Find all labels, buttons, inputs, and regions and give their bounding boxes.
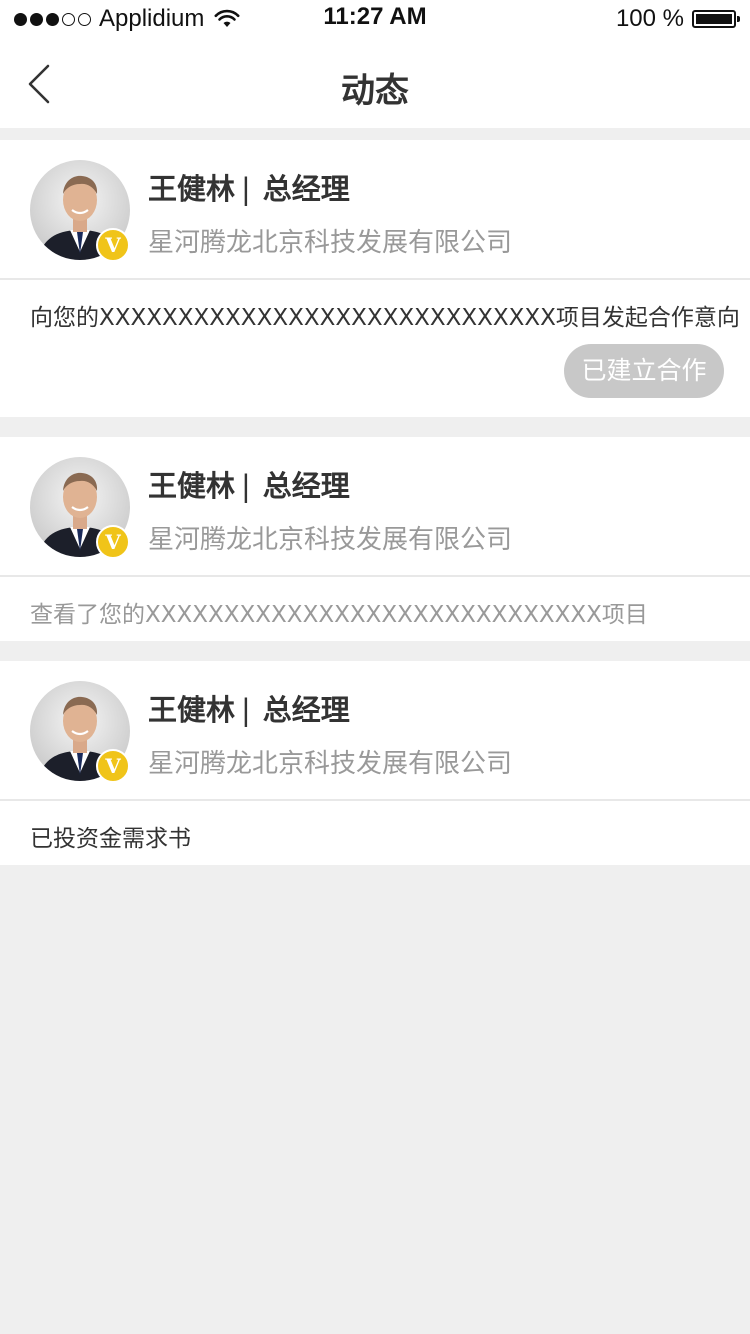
navigation-bar: 动态	[0, 40, 750, 128]
card-body: 查看了您的XXXXXXXXXXXXXXXXXXXXXXXXXXXXX项目	[0, 577, 750, 641]
page-title: 动态	[341, 71, 409, 111]
battery-percentage: 100 %	[615, 5, 684, 32]
activity-card[interactable]: V 王健林 | 总经理 星河腾龙北京科技发展有限公司 已投资金需求书	[0, 661, 750, 865]
avatar[interactable]: V	[30, 160, 130, 262]
user-title: 总经理	[262, 469, 350, 503]
name-separator: |	[241, 469, 251, 503]
user-name: 王健林	[148, 469, 236, 503]
screen: Applidium 11:27 AM 100 % 动态 V 王健林 | 总经理 …	[0, 0, 750, 1334]
status-bar: Applidium 11:27 AM 100 %	[0, 0, 750, 40]
avatar[interactable]: V	[30, 457, 130, 559]
card-header: V 王健林 | 总经理 星河腾龙北京科技发展有限公司	[0, 661, 750, 799]
activity-message: 查看了您的XXXXXXXXXXXXXXXXXXXXXXXXXXXXX项目	[30, 602, 648, 628]
name-separator: |	[241, 172, 251, 206]
activity-card[interactable]: V 王健林 | 总经理 星河腾龙北京科技发展有限公司 向您的XXXXXXXXXXXX…	[0, 140, 750, 417]
company-name: 星河腾龙北京科技发展有限公司	[148, 525, 513, 555]
user-name-title: 王健林 | 总经理	[148, 687, 350, 729]
user-title: 总经理	[262, 172, 350, 206]
battery-icon	[692, 10, 740, 28]
company-name: 星河腾龙北京科技发展有限公司	[148, 749, 513, 779]
vip-badge: V	[96, 228, 130, 262]
activity-message: 向您的XXXXXXXXXXXXXXXXXXXXXXXXXXXXX项目发起合作意向	[30, 305, 740, 331]
user-name: 王健林	[148, 693, 236, 727]
card-body: 向您的XXXXXXXXXXXXXXXXXXXXXXXXXXXXX项目发起合作意向…	[0, 280, 750, 417]
avatar[interactable]: V	[30, 681, 130, 783]
vip-badge: V	[96, 749, 130, 783]
name-separator: |	[241, 693, 251, 727]
card-header: V 王健林 | 总经理 星河腾龙北京科技发展有限公司	[0, 140, 750, 278]
activity-card[interactable]: V 王健林 | 总经理 星河腾龙北京科技发展有限公司 查看了您的XXXXXXXXXX…	[0, 437, 750, 641]
cooperation-established-button[interactable]: 已建立合作	[564, 344, 724, 398]
card-header: V 王健林 | 总经理 星河腾龙北京科技发展有限公司	[0, 437, 750, 575]
company-name: 星河腾龙北京科技发展有限公司	[148, 228, 513, 258]
user-name-title: 王健林 | 总经理	[148, 166, 350, 208]
user-name: 王健林	[148, 172, 236, 206]
activity-message: 已投资金需求书	[30, 826, 191, 852]
vip-badge: V	[96, 525, 130, 559]
card-body: 已投资金需求书	[0, 801, 750, 865]
status-right: 100 %	[615, 4, 740, 34]
user-title: 总经理	[262, 693, 350, 727]
user-name-title: 王健林 | 总经理	[148, 463, 350, 505]
